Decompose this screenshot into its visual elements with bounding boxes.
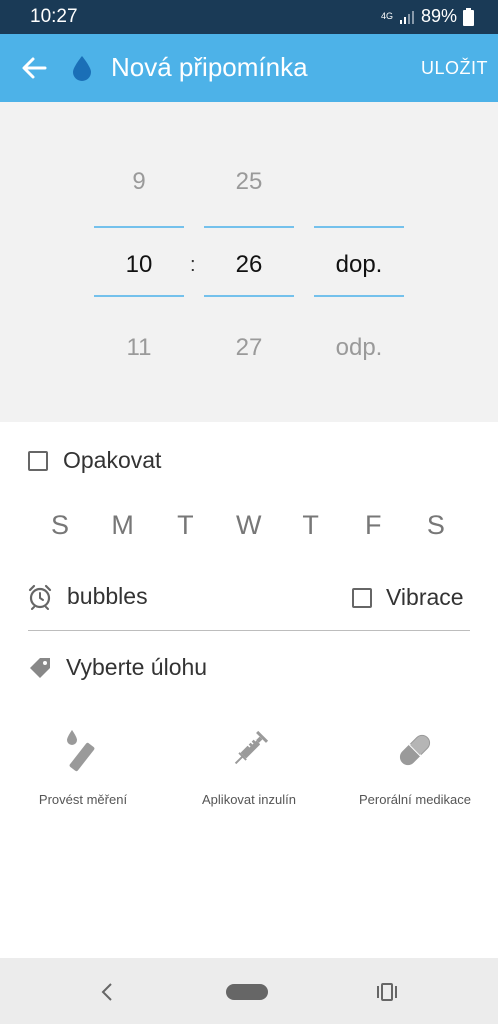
- arrow-back-icon: [22, 57, 47, 79]
- day-wednesday[interactable]: W: [236, 510, 261, 541]
- back-button[interactable]: [16, 50, 52, 86]
- vibration-checkbox[interactable]: [352, 587, 372, 608]
- divider: [28, 630, 470, 631]
- system-nav-bar: [0, 958, 498, 1024]
- task-insulin[interactable]: Aplikovat inzulín: [169, 720, 329, 807]
- nav-back-icon[interactable]: [98, 982, 116, 1002]
- period-current[interactable]: dop.: [314, 251, 404, 279]
- repeat-checkbox[interactable]: [28, 450, 48, 471]
- status-bar: 10:27 4G 89%: [0, 0, 498, 34]
- minute-line-top: [204, 226, 294, 228]
- period-next[interactable]: odp.: [314, 334, 404, 362]
- task-measure-label: Provést měření: [38, 792, 128, 807]
- save-button[interactable]: ULOŽIT: [421, 58, 488, 79]
- task-oral[interactable]: Perorální medikace: [335, 720, 495, 807]
- status-time: 10:27: [30, 6, 78, 27]
- day-saturday[interactable]: S: [424, 510, 448, 541]
- measure-icon: [67, 730, 95, 772]
- network-type: 4G: [380, 11, 393, 21]
- repeat-label: Opakovat: [63, 447, 162, 473]
- alarm-clock-icon: [28, 584, 52, 610]
- minute-prev[interactable]: 25: [204, 168, 294, 196]
- task-select-row[interactable]: Vyberte úlohu: [28, 654, 207, 681]
- day-thursday[interactable]: T: [299, 510, 323, 541]
- day-sunday[interactable]: S: [48, 510, 72, 541]
- hour-prev[interactable]: 9: [94, 168, 184, 196]
- time-picker: 9 10 11 : 25 26 27 dop. odp.: [0, 102, 498, 422]
- pill-icon: [399, 734, 431, 766]
- period-line-top: [314, 226, 404, 228]
- signal-icon: [399, 10, 414, 24]
- weekday-selector: S M T W T F S: [28, 510, 470, 541]
- repeat-row[interactable]: Opakovat: [28, 447, 161, 474]
- hour-line-top: [94, 226, 184, 228]
- app-bar: Nová připomínka ULOŽIT: [0, 34, 498, 102]
- period-picker[interactable]: dop. odp.: [314, 102, 404, 422]
- period-line-bottom: [314, 295, 404, 297]
- minute-current[interactable]: 26: [204, 251, 294, 279]
- day-monday[interactable]: M: [111, 510, 135, 541]
- vibration-row[interactable]: Vibrace: [352, 584, 464, 611]
- task-insulin-label: Aplikovat inzulín: [202, 792, 296, 807]
- sound-label: bubbles: [67, 583, 148, 609]
- battery-icon: [463, 7, 474, 26]
- battery-percent: 89%: [420, 6, 457, 26]
- task-measure[interactable]: Provést měření: [3, 720, 163, 807]
- day-friday[interactable]: F: [361, 510, 385, 541]
- sound-row[interactable]: bubbles: [27, 583, 148, 610]
- minute-line-bottom: [204, 295, 294, 297]
- minute-next[interactable]: 27: [204, 334, 294, 362]
- day-tuesday[interactable]: T: [173, 510, 197, 541]
- time-separator: :: [190, 254, 196, 276]
- task-oral-label: Perorální medikace: [359, 792, 471, 807]
- vibration-label: Vibrace: [386, 584, 464, 610]
- drop-icon: [73, 56, 91, 81]
- nav-recents-icon[interactable]: [376, 982, 398, 1002]
- task-label: Vyberte úlohu: [66, 654, 208, 680]
- hour-next[interactable]: 11: [94, 334, 184, 362]
- nav-home-button[interactable]: [226, 984, 268, 1000]
- page-title: Nová připomínka: [111, 52, 308, 82]
- status-indicators: 4G 89%: [381, 6, 474, 27]
- hour-line-bottom: [94, 295, 184, 297]
- syringe-icon: [234, 730, 269, 765]
- minute-picker[interactable]: 25 26 27: [204, 102, 294, 422]
- tag-icon: [30, 657, 50, 678]
- hour-picker[interactable]: 9 10 11: [94, 102, 184, 422]
- hour-current[interactable]: 10: [94, 251, 184, 279]
- reminder-settings: Opakovat S M T W T F S bubbles Vibrace V…: [0, 422, 498, 958]
